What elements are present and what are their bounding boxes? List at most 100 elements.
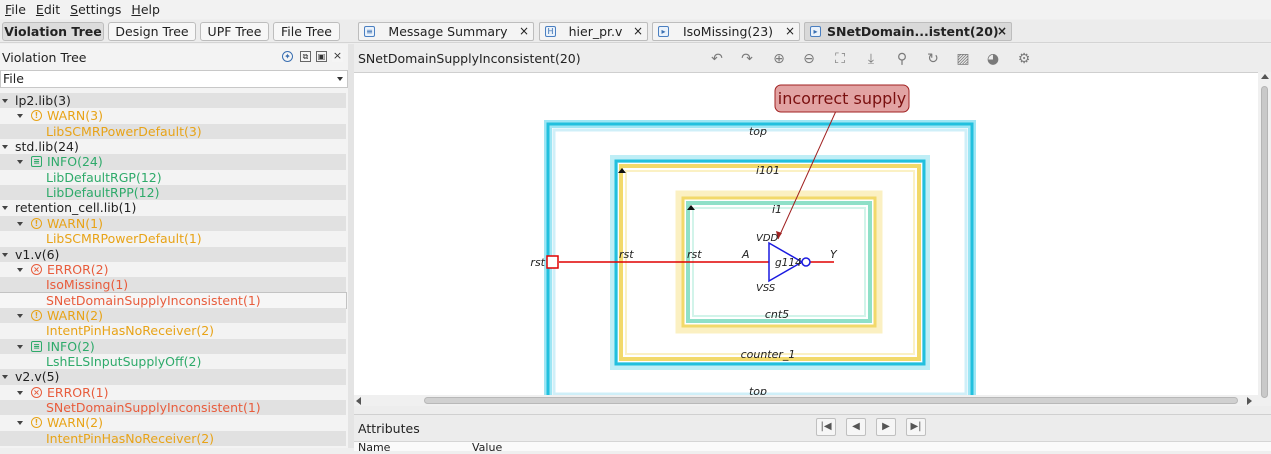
tree-rule-node[interactable]: LshELSInputSupplyOff(2) — [0, 354, 346, 369]
tree-severity-node[interactable]: ! WARN(2) — [0, 415, 346, 430]
tree-node-label: INFO(2) — [47, 338, 95, 354]
fit-icon[interactable]: ⛶ — [831, 50, 849, 68]
menu-settings[interactable]: Settings — [65, 1, 126, 18]
doc-tab-1[interactable]: Hhier_pr.v × — [539, 22, 648, 41]
download-icon[interactable]: ⤓ — [862, 50, 880, 68]
undo-icon[interactable]: ↶ — [708, 50, 726, 68]
tree-rule-node[interactable]: LibDefaultRPP(12) — [0, 185, 346, 201]
chevron-down-icon[interactable] — [2, 145, 8, 150]
float-icon[interactable]: ▣ — [316, 51, 327, 62]
hatch-icon[interactable]: ▨ — [954, 50, 972, 68]
prev-page-button[interactable]: ◀ — [846, 418, 866, 436]
tree-severity-node[interactable]: ≡ INFO(2) — [0, 338, 346, 354]
doc-tab-label: SNetDomain...istent(20) — [827, 24, 999, 39]
search-icon[interactable]: ⚲ — [893, 50, 911, 68]
scroll-right-icon[interactable] — [1247, 397, 1252, 405]
close-icon[interactable]: × — [519, 23, 529, 40]
tree-file-node[interactable]: std.lib(24) — [0, 139, 346, 154]
info-icon: ≡ — [31, 156, 42, 168]
tree-rule-node[interactable]: SNetDomainSupplyInconsistent(1) — [0, 291, 347, 309]
tree-node-label: WARN(3) — [47, 108, 103, 124]
menu-file[interactable]: File — [0, 1, 31, 18]
doc-tab-label: IsoMissing(23) — [682, 24, 774, 39]
tree-file-node[interactable]: v2.v(5) — [0, 369, 346, 385]
gear-icon[interactable]: ⚙ — [1015, 50, 1033, 68]
chevron-down-icon[interactable] — [2, 252, 8, 257]
refresh-icon[interactable]: ↻ — [924, 50, 942, 68]
tree-file-node[interactable]: lp2.lib(3) — [0, 93, 346, 109]
tree-node-label: IsoMissing(1) — [46, 277, 129, 293]
tree-rule-node[interactable]: IntentPinHasNoReceiver(2) — [0, 323, 346, 338]
chevron-down-icon[interactable] — [17, 267, 23, 272]
chevron-down-icon[interactable] — [2, 206, 8, 211]
view-title: SNetDomainSupplyInconsistent(20) — [358, 51, 581, 66]
scroll-up-icon[interactable] — [1261, 74, 1269, 79]
pin-label-y: Y — [830, 248, 838, 261]
tree-file-node[interactable]: v1.v(6) — [0, 246, 346, 262]
horizontal-scroll-thumb[interactable] — [424, 397, 1238, 404]
tree-node-label: retention_cell.lib(1) — [15, 200, 137, 216]
filter-select-value: File — [3, 71, 24, 86]
doc-tab-0[interactable]: ≡ Message Summary × — [358, 22, 534, 41]
tree-node-label: LibSCMRPowerDefault(1) — [46, 231, 202, 247]
next-page-button[interactable]: ▶ — [876, 418, 896, 436]
chevron-down-icon[interactable] — [2, 375, 8, 380]
tree-node-label: IntentPinHasNoReceiver(2) — [46, 430, 215, 446]
tab-upf-tree[interactable]: UPF Tree — [200, 22, 269, 41]
vertical-scrollbar[interactable] — [1258, 72, 1271, 406]
scroll-left-icon[interactable] — [356, 397, 361, 405]
tree-severity-node[interactable]: × ERROR(2) — [0, 262, 346, 277]
warn-icon: ! — [31, 110, 42, 122]
tree-rule-node[interactable]: IsoMissing(1) — [0, 277, 346, 293]
chevron-down-icon[interactable] — [2, 99, 8, 103]
port-rst-square[interactable] — [546, 255, 559, 269]
tree-rule-node[interactable]: LibDefaultRGP(12) — [0, 170, 346, 185]
warn-icon: ! — [31, 309, 42, 321]
tree-rule-node[interactable]: LibSCMRPowerDefault(1) — [0, 231, 346, 246]
doc-tab-2[interactable]: ▸ IsoMissing(23) × — [652, 22, 800, 41]
tree-file-node[interactable]: retention_cell.lib(1) — [0, 200, 346, 215]
chevron-down-icon[interactable] — [17, 221, 23, 226]
tree-rule-node[interactable]: IntentPinHasNoReceiver(2) — [0, 430, 346, 446]
locate-icon[interactable]: ✦ — [282, 51, 293, 62]
vertical-scroll-thumb[interactable] — [1261, 86, 1268, 398]
chevron-down-icon[interactable] — [17, 390, 23, 395]
zoom-out-icon[interactable]: ⊖ — [800, 50, 818, 68]
horizontal-scrollbar[interactable] — [354, 395, 1258, 406]
tree-severity-node[interactable]: × ERROR(1) — [0, 385, 346, 400]
tree-severity-node[interactable]: ≡ INFO(24) — [0, 154, 346, 170]
palette-icon[interactable]: ◕ — [984, 50, 1002, 68]
tab-file-tree[interactable]: File Tree — [273, 22, 340, 41]
zoom-in-icon[interactable]: ⊕ — [770, 50, 788, 68]
close-icon[interactable]: × — [785, 23, 795, 40]
close-icon[interactable]: × — [633, 23, 643, 40]
tree-node-label: INFO(24) — [47, 154, 103, 170]
redo-icon[interactable]: ↷ — [738, 50, 756, 68]
tree-severity-node[interactable]: ! WARN(3) — [0, 108, 346, 123]
schematic-panel: SNetDomainSupplyInconsistent(20) ↶ ↷ ⊕ ⊖ ⛶ ⤓ ⚲… — [354, 44, 1271, 454]
schematic-canvas[interactable]: incorrect supply top top i101 counter_1 … — [354, 72, 1258, 404]
doc-tab-3[interactable]: ▸ SNetDomain...istent(20) × — [804, 22, 1012, 41]
chevron-down-icon[interactable] — [17, 160, 23, 165]
tree-node-label: SNetDomainSupplyInconsistent(1) — [46, 400, 261, 415]
menu-help[interactable]: Help — [126, 1, 165, 18]
chevron-down-icon[interactable] — [17, 344, 23, 349]
close-icon[interactable]: × — [997, 23, 1007, 40]
tree-rule-node[interactable]: SNetDomainSupplyInconsistent(1) — [0, 400, 346, 416]
first-page-button[interactable]: |◀ — [816, 418, 836, 436]
close-icon[interactable]: × — [332, 50, 343, 62]
tab-violation-tree[interactable]: Violation Tree — [2, 22, 104, 41]
menu-edit[interactable]: Edit — [31, 1, 65, 18]
tab-design-tree[interactable]: Design Tree — [108, 22, 196, 41]
restore-icon[interactable]: ⧉ — [300, 51, 311, 62]
chevron-down-icon[interactable] — [17, 114, 23, 119]
tree-severity-node[interactable]: ! WARN(2) — [0, 307, 346, 324]
chevron-down-icon[interactable] — [17, 421, 23, 426]
tree-rule-node[interactable]: LibSCMRPowerDefault(3) — [0, 123, 346, 139]
tree-severity-node[interactable]: ! WARN(1) — [0, 215, 346, 232]
last-page-button[interactable]: ▶| — [906, 418, 926, 436]
chevron-down-icon[interactable] — [17, 313, 23, 318]
message-icon: ≡ — [364, 26, 375, 37]
filter-select[interactable]: File — [0, 70, 348, 88]
tree-node-label: LibDefaultRPP(12) — [46, 185, 160, 201]
